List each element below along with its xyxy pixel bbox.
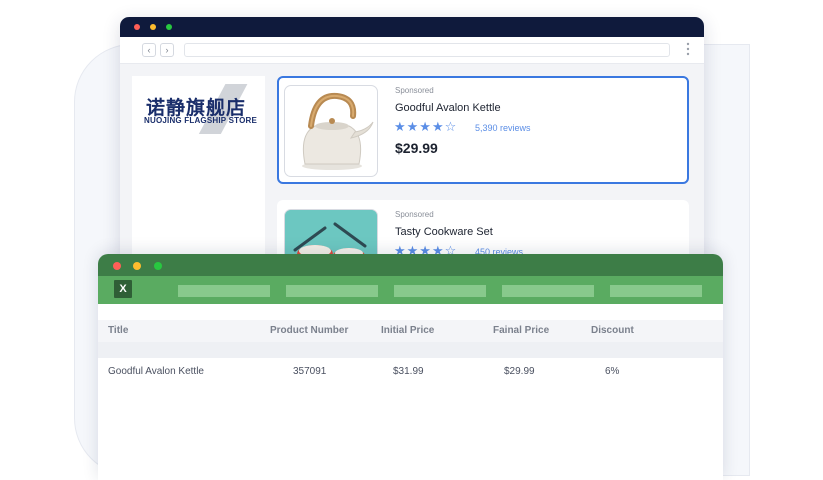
close-dot-icon[interactable] bbox=[113, 262, 121, 270]
rating-stars: ★★★★☆ bbox=[394, 120, 458, 135]
column-header-discount[interactable]: Discount bbox=[591, 325, 634, 336]
spreadsheet-ribbon: X bbox=[98, 276, 723, 304]
close-dot-icon[interactable] bbox=[134, 24, 140, 30]
product-title[interactable]: Goodful Avalon Kettle bbox=[395, 102, 501, 114]
product-price: $29.99 bbox=[395, 140, 438, 156]
cell-title[interactable]: Goodful Avalon Kettle bbox=[108, 366, 204, 377]
ribbon-tab[interactable] bbox=[502, 285, 594, 297]
store-logo[interactable]: 诺静旗舰店 NUOJING FLAGSHIP STORE bbox=[140, 84, 260, 134]
browser-toolbar: ‹ › bbox=[120, 37, 704, 64]
cell-product-number[interactable]: 357091 bbox=[293, 366, 326, 377]
spreadsheet-grid: Title Product Number Initial Price Faina… bbox=[98, 304, 723, 480]
product-title[interactable]: Tasty Cookware Set bbox=[395, 226, 493, 238]
column-header-final-price[interactable]: Fainal Price bbox=[493, 325, 549, 336]
reviews-link[interactable]: 5,390 reviews bbox=[475, 123, 531, 133]
page-content: 诺静旗舰店 NUOJING FLAGSHIP STORE Sponsored G… bbox=[120, 64, 704, 267]
row-separator bbox=[98, 342, 723, 358]
browser-window: ‹ › 诺静旗舰店 NUOJING FLAGSHIP STORE Sponsor… bbox=[120, 17, 704, 267]
ribbon-tab[interactable] bbox=[394, 285, 486, 297]
store-sidebar: 诺静旗舰店 NUOJING FLAGSHIP STORE bbox=[132, 76, 265, 267]
spreadsheet-title-bar bbox=[98, 254, 723, 276]
ribbon-tab[interactable] bbox=[610, 285, 702, 297]
column-header-product-number[interactable]: Product Number bbox=[270, 325, 348, 336]
back-button[interactable]: ‹ bbox=[142, 43, 156, 57]
product-card-kettle[interactable]: Sponsored Goodful Avalon Kettle ★★★★☆ 5,… bbox=[277, 76, 689, 184]
excel-app-icon: X bbox=[114, 280, 132, 298]
ribbon-tab[interactable] bbox=[286, 285, 378, 297]
kettle-image[interactable] bbox=[284, 85, 378, 177]
cell-discount[interactable]: 6% bbox=[605, 366, 619, 377]
more-menu-icon[interactable] bbox=[686, 42, 690, 56]
cell-initial-price[interactable]: $31.99 bbox=[393, 366, 424, 377]
sponsored-label: Sponsored bbox=[395, 86, 434, 95]
minimize-dot-icon[interactable] bbox=[133, 262, 141, 270]
column-header-initial-price[interactable]: Initial Price bbox=[381, 325, 434, 336]
store-name-english: NUOJING FLAGSHIP STORE bbox=[144, 116, 258, 125]
sponsored-label: Sponsored bbox=[395, 210, 434, 219]
column-header-title[interactable]: Title bbox=[108, 325, 128, 336]
minimize-dot-icon[interactable] bbox=[150, 24, 156, 30]
spreadsheet-window: X Title Product Number Initial Price Fai… bbox=[98, 254, 723, 480]
ribbon-tab[interactable] bbox=[178, 285, 270, 297]
forward-button[interactable]: › bbox=[160, 43, 174, 57]
maximize-dot-icon[interactable] bbox=[166, 24, 172, 30]
maximize-dot-icon[interactable] bbox=[154, 262, 162, 270]
browser-title-bar bbox=[120, 17, 704, 37]
cell-final-price[interactable]: $29.99 bbox=[504, 366, 535, 377]
address-bar[interactable] bbox=[184, 43, 670, 57]
